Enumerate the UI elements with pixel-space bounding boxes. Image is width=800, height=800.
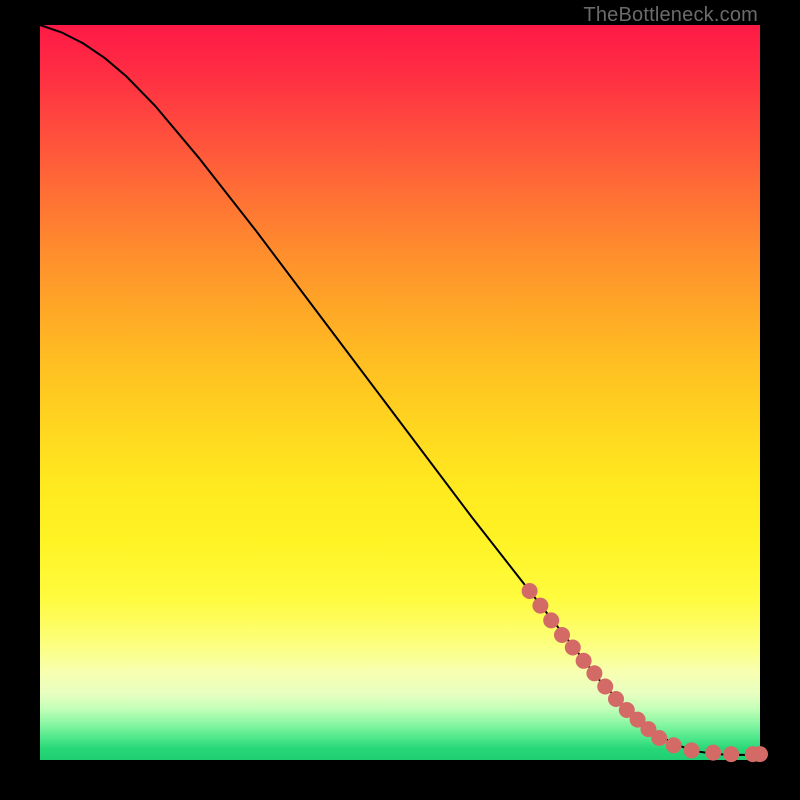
data-marker (586, 665, 602, 681)
data-marker (565, 640, 581, 656)
data-marker (684, 742, 700, 758)
attribution-text: TheBottleneck.com (583, 4, 758, 27)
curve-layer (40, 25, 760, 760)
data-marker (597, 679, 613, 695)
data-marker (532, 598, 548, 614)
data-marker (752, 746, 768, 762)
data-marker (651, 730, 667, 746)
data-marker (723, 746, 739, 762)
bottleneck-curve (40, 25, 760, 755)
curve-markers (522, 583, 768, 762)
data-marker (576, 653, 592, 669)
chart-frame: TheBottleneck.com (0, 0, 800, 800)
data-marker (666, 737, 682, 753)
plot-area (40, 25, 760, 760)
data-marker (522, 583, 538, 599)
data-marker (543, 612, 559, 628)
data-marker (554, 627, 570, 643)
data-marker (705, 745, 721, 761)
